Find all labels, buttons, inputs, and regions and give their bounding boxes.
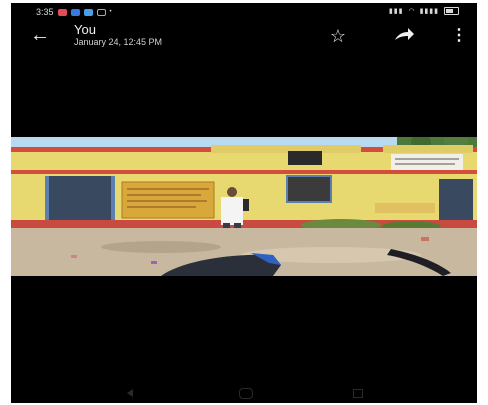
nav-back-icon[interactable] [127,389,133,397]
navigation-bar [11,383,477,403]
status-right: ▮▮▮ ◠ ▮▮▮▮ [389,7,459,15]
page-title: You [74,22,96,37]
status-bar: 3:35 • ▮▮▮ ◠ ▮▮▮▮ [11,3,477,21]
app-bar: ← You January 24, 12:45 PM ☆ ⋮ [11,21,477,51]
notification-icon [96,8,106,16]
signal-icon: ▮▮▮ [388,8,404,15]
notification-icon [57,8,67,16]
battery-icon [444,7,459,15]
share-arrow-icon[interactable] [392,25,416,47]
photo-image [11,137,477,276]
nav-recents-icon[interactable] [353,389,363,398]
title-block: You January 24, 12:45 PM [74,23,162,48]
dot-icon: • [109,9,112,15]
more-vertical-icon[interactable]: ⋮ [451,25,467,47]
notification-icon [83,8,93,16]
network-icon: ▮▮▮▮ [419,8,439,15]
page-subtitle: January 24, 12:45 PM [74,37,163,47]
arrow-left-icon[interactable]: ← [29,24,51,46]
nav-home-icon[interactable] [239,388,253,399]
status-time: 3:35 [36,7,54,17]
star-outline-icon[interactable]: ☆ [327,25,349,47]
phone-screen: 3:35 • ▮▮▮ ◠ ▮▮▮▮ ← You January 24, 12:4… [11,3,477,403]
status-left: 3:35 • [36,7,112,17]
photo[interactable] [11,137,477,276]
wifi-icon: ◠ [408,8,415,15]
notification-icon [70,8,80,16]
